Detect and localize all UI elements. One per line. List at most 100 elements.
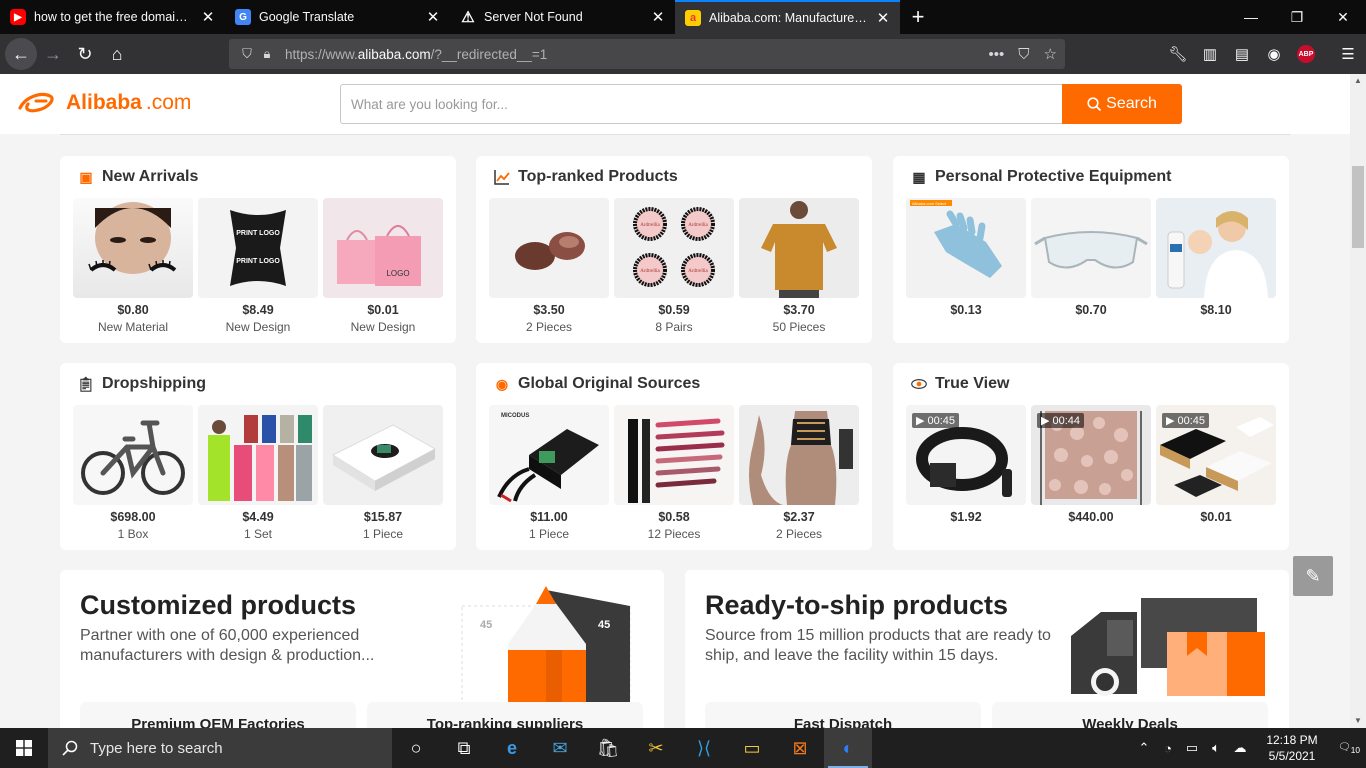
onedrive-icon[interactable]: ☁ bbox=[1228, 740, 1252, 756]
close-tab-icon[interactable]: ✕ bbox=[876, 10, 890, 27]
scrollbar-thumb[interactable] bbox=[1352, 166, 1364, 248]
product-price: $4.49 bbox=[242, 510, 274, 524]
mail-icon[interactable]: ✉ bbox=[536, 728, 584, 768]
home-button[interactable]: ⌂ bbox=[101, 38, 133, 70]
restore-button[interactable]: ❐ bbox=[1274, 0, 1320, 34]
feedback-button[interactable]: ✎ bbox=[1293, 556, 1333, 596]
product-tile[interactable]: $4.49 1 Set bbox=[198, 405, 318, 541]
firefox-icon[interactable]: ◐ bbox=[824, 728, 872, 768]
url-text[interactable]: https://www.alibaba.com/?__redirected__=… bbox=[285, 47, 547, 62]
product-tile[interactable]: $3.50 2 Pieces bbox=[489, 198, 609, 334]
product-tile[interactable]: $0.80 New Material bbox=[73, 198, 193, 334]
subcard-premium-oem[interactable]: Premium OEM Factories bbox=[80, 702, 356, 728]
forward-button[interactable]: → bbox=[37, 38, 69, 70]
account-icon[interactable]: ◉ bbox=[1259, 38, 1289, 70]
scroll-up-arrow-icon[interactable]: ▲ bbox=[1350, 74, 1366, 88]
card-title[interactable]: ▦ Personal Protective Equipment bbox=[911, 168, 1171, 186]
chevron-up-icon[interactable]: ⌃ bbox=[1132, 740, 1156, 756]
product-tile[interactable]: $3.70 50 Pieces bbox=[739, 198, 859, 334]
card-title[interactable]: ▣ New Arrivals bbox=[78, 168, 198, 186]
battery-icon[interactable]: ▭ bbox=[1180, 740, 1204, 756]
shield-icon[interactable]: ⛉ bbox=[237, 46, 257, 62]
close-window-button[interactable]: ✕ bbox=[1320, 0, 1366, 34]
cortana-icon[interactable]: ○ bbox=[392, 728, 440, 768]
search-icon bbox=[1087, 96, 1102, 111]
sidebar-icon[interactable]: ▤ bbox=[1227, 38, 1257, 70]
product-tile[interactable]: MICODUS $11.00 1 Piece bbox=[489, 405, 609, 541]
tab-server-not-found[interactable]: ⚠ Server Not Found ✕ bbox=[450, 0, 675, 34]
card-global-original-sources: ◉ Global Original Sources MICODUS $11.00… bbox=[476, 363, 872, 550]
search-input[interactable] bbox=[340, 84, 1062, 124]
close-tab-icon[interactable]: ✕ bbox=[426, 9, 440, 26]
task-view-icon[interactable]: ⧉ bbox=[440, 728, 488, 768]
clock[interactable]: 12:18 PM 5/5/2021 bbox=[1252, 732, 1332, 764]
minimize-button[interactable]: — bbox=[1228, 0, 1274, 34]
card-title[interactable]: ◉ Global Original Sources bbox=[494, 375, 700, 393]
back-button[interactable]: ← bbox=[5, 38, 37, 70]
product-tile[interactable]: Alibaba.com Select $0.13 bbox=[906, 198, 1026, 317]
close-tab-icon[interactable]: ✕ bbox=[651, 9, 665, 26]
product-tile[interactable]: PRINT LOGO PRINT LOGO $8.49 New Design bbox=[198, 198, 318, 334]
wrench-icon[interactable]: 🔧︎ bbox=[1163, 38, 1193, 70]
card-title[interactable]: 📋︎ Dropshipping bbox=[77, 375, 206, 393]
pocket-icon[interactable]: ⛉ bbox=[1018, 46, 1029, 63]
subcard-fast-dispatch[interactable]: Fast Dispatch bbox=[705, 702, 981, 728]
store-icon[interactable]: 🛍︎ bbox=[584, 728, 632, 768]
new-tab-button[interactable]: + bbox=[900, 0, 936, 34]
url-bar[interactable]: ⛉ 🔒︎ https://www.alibaba.com/?__redirect… bbox=[229, 39, 1065, 69]
page-scrollbar[interactable]: ▲ ▼ bbox=[1350, 74, 1366, 728]
product-tile[interactable]: Ardtrellia Ardtrellia Ardtrellia Ardtrel… bbox=[614, 198, 734, 334]
product-tile[interactable]: $0.70 bbox=[1031, 198, 1151, 317]
page-actions-icon[interactable]: ••• bbox=[989, 46, 1005, 63]
card-title[interactable]: True View bbox=[911, 375, 1009, 393]
product-tile[interactable]: $2.37 2 Pieces bbox=[739, 405, 859, 541]
product-moq: 1 Piece bbox=[362, 527, 404, 541]
product-tile[interactable]: $8.10 bbox=[1156, 198, 1276, 317]
product-image bbox=[1156, 198, 1276, 298]
tab-youtube[interactable]: ▶ how to get the free domain - Yo ✕ bbox=[0, 0, 225, 34]
subcard-weekly-deals[interactable]: Weekly Deals bbox=[992, 702, 1268, 728]
library-icon[interactable]: ▥ bbox=[1195, 38, 1225, 70]
lock-warning-icon[interactable]: 🔒︎ bbox=[257, 46, 277, 62]
close-tab-icon[interactable]: ✕ bbox=[201, 9, 215, 26]
product-tile[interactable]: $0.58 12 Pieces bbox=[614, 405, 734, 541]
edge-icon[interactable]: e bbox=[488, 728, 536, 768]
alibaba-logo[interactable]: Alibaba .com bbox=[16, 88, 191, 118]
product-moq: 1 Set bbox=[243, 527, 273, 541]
bookmark-star-icon[interactable]: ☆ bbox=[1044, 45, 1057, 63]
product-tile[interactable]: $698.00 1 Box bbox=[73, 405, 193, 541]
card-title-text: True View bbox=[935, 375, 1010, 392]
file-explorer-icon[interactable]: ▭ bbox=[728, 728, 776, 768]
banner-customized-products[interactable]: Customized products Partner with one of … bbox=[60, 570, 664, 728]
trend-up-icon bbox=[494, 169, 510, 185]
product-tile[interactable]: ▶ 00:45 $0.01 bbox=[1156, 405, 1276, 524]
start-button[interactable] bbox=[0, 728, 48, 768]
vscode-icon[interactable]: ⟩⟨ bbox=[680, 728, 728, 768]
taskbar-search[interactable]: Type here to search bbox=[48, 728, 392, 768]
card-title[interactable]: Top-ranked Products bbox=[494, 168, 678, 186]
product-moq: 50 Pieces bbox=[772, 320, 826, 334]
product-image: PRINT LOGO PRINT LOGO bbox=[198, 198, 318, 298]
search-button[interactable]: Search bbox=[1062, 84, 1182, 124]
reload-button[interactable]: ↻ bbox=[69, 38, 101, 70]
scroll-down-arrow-icon[interactable]: ▼ bbox=[1350, 714, 1366, 728]
subcard-top-ranking-suppliers[interactable]: Top-ranking suppliers bbox=[367, 702, 643, 728]
network-icon[interactable]: ◔ bbox=[1156, 741, 1180, 756]
tab-title: Google Translate bbox=[259, 10, 355, 24]
menu-icon[interactable]: ☰ bbox=[1333, 38, 1363, 70]
product-price: $11.00 bbox=[530, 510, 568, 524]
product-tile[interactable]: ▶ 00:45 $1.92 bbox=[906, 405, 1026, 524]
snipping-tool-icon[interactable]: ✂ bbox=[632, 728, 680, 768]
notification-center[interactable]: 🗨︎10 bbox=[1332, 742, 1366, 755]
xampp-icon[interactable]: ⊠ bbox=[776, 728, 824, 768]
product-tile[interactable]: ▶ 00:44 $440.00 bbox=[1031, 405, 1151, 524]
page-content: Alibaba.com Search ▣ New Arrivals bbox=[0, 74, 1350, 728]
product-image bbox=[198, 405, 318, 505]
volume-icon[interactable]: 🔈︎ bbox=[1204, 740, 1228, 756]
adblock-button[interactable]: ABP bbox=[1291, 38, 1321, 70]
product-tile[interactable]: LOGO $0.01 New Design bbox=[323, 198, 443, 334]
tab-alibaba[interactable]: a Alibaba.com: Manufacturers, Su ✕ bbox=[675, 0, 900, 34]
product-tile[interactable]: $15.87 1 Piece bbox=[323, 405, 443, 541]
tab-google-translate[interactable]: G Google Translate ✕ bbox=[225, 0, 450, 34]
banner-ready-to-ship[interactable]: Ready-to-ship products Source from 15 mi… bbox=[685, 570, 1289, 728]
